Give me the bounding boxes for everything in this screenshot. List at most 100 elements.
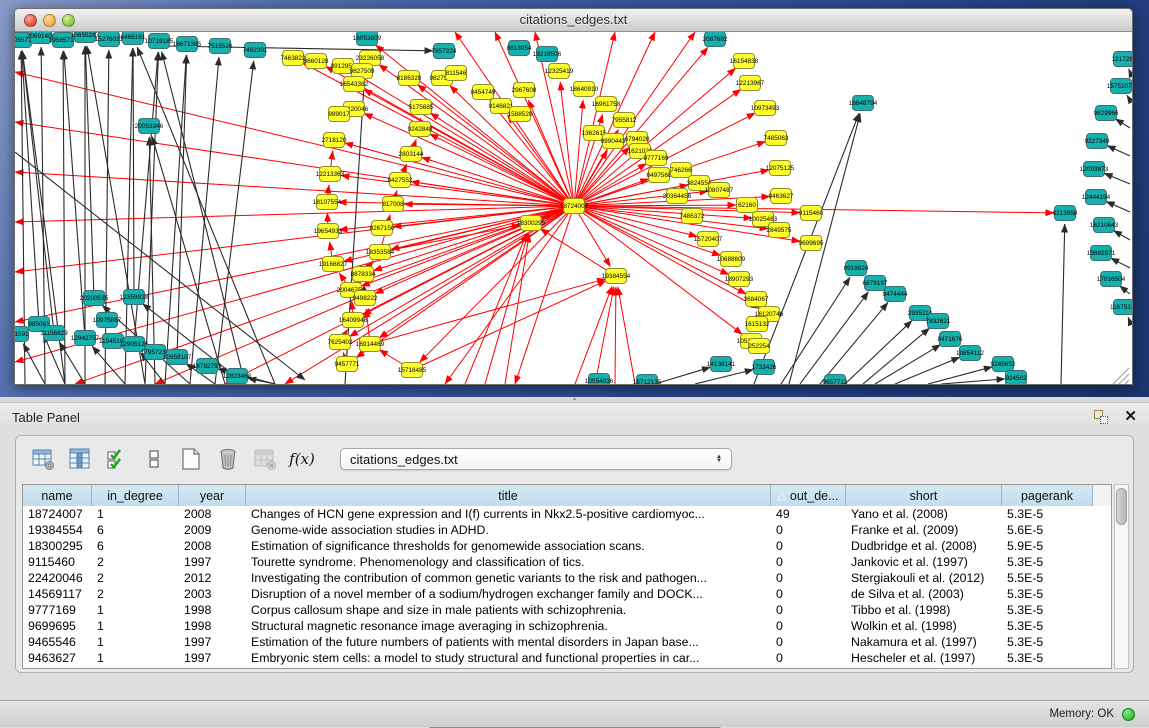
cell-pagerank[interactable]: 5.3E-5 bbox=[1002, 586, 1093, 602]
graph-node[interactable]: 10973493 bbox=[751, 101, 780, 116]
cell-short[interactable]: Stergiakouli et al. (2012) bbox=[846, 570, 1002, 586]
graph-node[interactable]: 6879197 bbox=[863, 276, 888, 291]
graph-node[interactable]: 8267150 bbox=[370, 221, 395, 236]
cell-year[interactable]: 2003 bbox=[179, 586, 246, 602]
graph-node[interactable]: 2803144 bbox=[399, 147, 424, 162]
cell-name[interactable]: 9463627 bbox=[23, 650, 92, 666]
column-header-out_de[interactable]: △out_de... bbox=[771, 485, 846, 506]
graph-node[interactable]: 11156829 bbox=[40, 326, 68, 341]
graph-node[interactable]: 17016504 bbox=[1097, 272, 1126, 287]
graph-node[interactable]: 10854112 bbox=[956, 346, 984, 361]
cell-title[interactable]: Embryonic stem cells: a model to study s… bbox=[246, 650, 771, 666]
cell-name[interactable]: 18724007 bbox=[23, 506, 92, 522]
graph-node[interactable]: 5175685 bbox=[409, 100, 434, 115]
graph-node[interactable]: 9474444 bbox=[883, 287, 908, 302]
close-panel-icon[interactable]: ✕ bbox=[1124, 410, 1137, 424]
graph-node[interactable]: 9227349 bbox=[1085, 134, 1110, 149]
cell-short[interactable]: Yano et al. (2008) bbox=[846, 506, 1002, 522]
cell-in_degree[interactable]: 6 bbox=[92, 538, 179, 554]
graph-node[interactable]: 9699695 bbox=[799, 236, 824, 251]
graph-node[interactable]: 2849575 bbox=[767, 223, 792, 238]
graph-node[interactable]: 9498222 bbox=[353, 291, 378, 306]
cell-in_degree[interactable]: 2 bbox=[92, 586, 179, 602]
column-header-year[interactable]: year bbox=[179, 485, 246, 506]
table-mode-button[interactable] bbox=[30, 446, 56, 472]
graph-node[interactable]: 8660128 bbox=[304, 54, 329, 69]
cell-name[interactable]: 9465546 bbox=[23, 634, 92, 650]
graph-node[interactable]: 9990443 bbox=[601, 134, 626, 149]
graph-node[interactable]: 924502 bbox=[1005, 371, 1027, 385]
cell-in_degree[interactable]: 6 bbox=[92, 522, 179, 538]
graph-node[interactable]: 2967608 bbox=[512, 83, 537, 98]
cell-out_de[interactable]: 0 bbox=[771, 602, 846, 618]
graph-node[interactable]: 15718485 bbox=[398, 363, 427, 378]
resize-grip-icon[interactable] bbox=[1125, 380, 1129, 384]
cell-in_degree[interactable]: 2 bbox=[92, 554, 179, 570]
graph-node[interactable]: 18724007 bbox=[560, 199, 589, 214]
graph-node[interactable]: 9777169 bbox=[644, 151, 669, 166]
graph-node[interactable]: 7515526 bbox=[208, 39, 233, 54]
cell-name[interactable]: 22420046 bbox=[23, 570, 92, 586]
cell-title[interactable]: Estimation of the future numbers of pati… bbox=[246, 634, 771, 650]
graph-node[interactable]: 16543382 bbox=[340, 77, 369, 92]
cell-title[interactable]: Estimation of significance thresholds fo… bbox=[246, 538, 771, 554]
graph-node[interactable]: 12213967 bbox=[736, 76, 765, 91]
select-all-button[interactable] bbox=[104, 446, 130, 472]
graph-node[interactable]: 12444194 bbox=[1082, 190, 1111, 205]
row-height-button[interactable] bbox=[141, 446, 167, 472]
table-row[interactable]: 977716911998Corpus callosum shape and si… bbox=[23, 602, 1111, 618]
graph-node[interactable]: 62160 bbox=[737, 198, 758, 213]
graph-node[interactable]: 252254 bbox=[748, 339, 770, 354]
cell-short[interactable]: de Silva et al. (2003) bbox=[846, 586, 1002, 602]
graph-node[interactable]: 20200535 bbox=[80, 291, 109, 306]
cell-in_degree[interactable]: 1 bbox=[92, 650, 179, 666]
cell-short[interactable]: Dudbridge et al. (2008) bbox=[846, 538, 1002, 554]
graph-node[interactable]: 18640910 bbox=[570, 82, 599, 97]
cell-out_de[interactable]: 0 bbox=[771, 586, 846, 602]
resize-grip-icon[interactable] bbox=[1119, 374, 1129, 384]
graph-node[interactable]: 7832621 bbox=[926, 314, 951, 329]
graph-node[interactable]: 9115460 bbox=[799, 206, 824, 221]
cell-out_de[interactable]: 0 bbox=[771, 650, 846, 666]
graph-node[interactable]: 20053346 bbox=[135, 119, 164, 134]
column-header-in_degree[interactable]: in_degree bbox=[92, 485, 179, 506]
graph-node[interactable]: 746266 bbox=[670, 163, 692, 178]
graph-node[interactable]: 10807487 bbox=[705, 183, 734, 198]
table-selector-dropdown[interactable]: citations_edges.txt ▲▼ bbox=[340, 448, 732, 470]
cell-in_degree[interactable]: 1 bbox=[92, 618, 179, 634]
graph-node[interactable]: 9657712 bbox=[823, 375, 848, 385]
cell-pagerank[interactable]: 5.3E-5 bbox=[1002, 602, 1093, 618]
graph-node[interactable]: 12359928 bbox=[120, 290, 149, 305]
graph-node[interactable]: 1588520 bbox=[508, 107, 533, 122]
cell-pagerank[interactable]: 5.6E-5 bbox=[1002, 522, 1093, 538]
graph-node[interactable]: 16154838 bbox=[730, 54, 759, 69]
cell-pagerank[interactable]: 5.3E-5 bbox=[1002, 634, 1093, 650]
graph-node[interactable]: 19654933 bbox=[314, 224, 343, 239]
graph-node[interactable]: 12213363 bbox=[316, 167, 345, 182]
graph-node[interactable]: 12942757 bbox=[71, 331, 100, 346]
table-row[interactable]: 946362711997Embryonic stem cells: a mode… bbox=[23, 650, 1111, 666]
graph-node[interactable]: 12093873 bbox=[1080, 162, 1109, 177]
graph-node[interactable]: 15720407 bbox=[694, 232, 723, 247]
cell-short[interactable]: Wolkin et al. (1998) bbox=[846, 618, 1002, 634]
graph-node[interactable]: 8454749 bbox=[471, 85, 496, 100]
graph-node[interactable]: 7955812 bbox=[612, 113, 637, 128]
graph-node[interactable]: 8878334 bbox=[351, 267, 376, 282]
cell-pagerank[interactable]: 5.9E-5 bbox=[1002, 538, 1093, 554]
graph-node[interactable]: 2087682 bbox=[703, 32, 728, 47]
cell-pagerank[interactable]: 5.3E-5 bbox=[1002, 650, 1093, 666]
graph-node[interactable]: 817008 bbox=[382, 197, 404, 212]
cell-short[interactable]: Jankovic et al. (1997) bbox=[846, 554, 1002, 570]
cell-name[interactable]: 9699695 bbox=[23, 618, 92, 634]
function-builder-button[interactable]: f(x) bbox=[289, 446, 315, 472]
graph-node[interactable]: 6466161 bbox=[121, 32, 146, 45]
graph-node[interactable]: 1733426 bbox=[752, 360, 777, 375]
graph-node[interactable]: 7463822 bbox=[281, 51, 306, 66]
cell-out_de[interactable]: 0 bbox=[771, 522, 846, 538]
graph-node[interactable]: 7625402 bbox=[328, 335, 353, 350]
graph-node[interactable]: 16648794 bbox=[849, 96, 878, 111]
graph-node[interactable]: 12325419 bbox=[545, 64, 574, 79]
table-row[interactable]: 911546021997Tourette syndrome. Phenomeno… bbox=[23, 554, 1111, 570]
graph-node[interactable]: 20364456 bbox=[663, 189, 692, 204]
cell-name[interactable]: 14569117 bbox=[23, 586, 92, 602]
